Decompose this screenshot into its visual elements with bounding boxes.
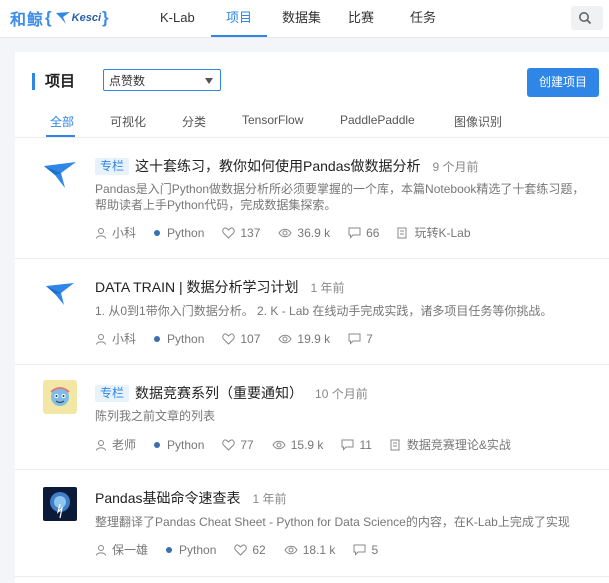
item-author[interactable]: 小科 xyxy=(112,330,136,347)
item-time: 9 个月前 xyxy=(432,159,479,174)
item-language: Python xyxy=(167,437,205,452)
eye-icon xyxy=(284,545,298,554)
user-icon xyxy=(96,439,106,451)
list-item[interactable]: 专栏 数据竞赛系列（重要通知） 10 个月前 陈列我之前文章的列表 老师 Pyt… xyxy=(15,365,609,470)
item-title[interactable]: 数据竞赛系列（重要通知） xyxy=(135,383,303,403)
storm-avatar-icon xyxy=(43,487,77,521)
eye-icon xyxy=(278,228,292,237)
list-item[interactable]: DATA TRAIN | 数据分析学习计划 1 年前 1. 从0到1带你入门数据… xyxy=(15,259,609,365)
comment-icon[interactable] xyxy=(348,227,361,239)
page-title: 项目 xyxy=(32,73,75,90)
item-time: 1 年前 xyxy=(310,280,345,295)
item-views: 15.9 k xyxy=(290,437,324,452)
item-language: Python xyxy=(179,542,217,557)
comment-icon[interactable] xyxy=(348,333,361,345)
heart-icon[interactable] xyxy=(222,226,236,239)
comment-icon[interactable] xyxy=(353,544,366,556)
language-dot xyxy=(166,546,173,553)
language-dot xyxy=(154,335,161,342)
item-likes: 77 xyxy=(240,437,254,452)
item-likes: 137 xyxy=(240,225,261,240)
language-dot xyxy=(154,229,161,236)
item-title[interactable]: DATA TRAIN | 数据分析学习计划 xyxy=(95,277,299,297)
item-comments: 66 xyxy=(366,225,380,240)
item-author[interactable]: 老师 xyxy=(112,436,136,453)
item-language: Python xyxy=(167,225,205,240)
comment-icon[interactable] xyxy=(341,439,354,451)
tab-image-recognition[interactable]: 图像识别 xyxy=(454,113,502,130)
item-dataset-link[interactable]: 数据竞赛理论&实战 xyxy=(407,436,511,453)
eye-icon xyxy=(272,440,286,449)
item-meta: 小科 Python 137 36.9 k 66 玩转K-Lab xyxy=(95,224,489,241)
nav-tasks[interactable]: 任务 xyxy=(410,0,436,36)
active-tab-indicator xyxy=(46,135,75,137)
eye-icon xyxy=(278,334,292,343)
list-item[interactable]: Pandas基础命令速查表 1 年前 整理翻译了Pandas Cheat She… xyxy=(15,470,609,577)
tab-tensorflow[interactable]: TensorFlow xyxy=(242,113,303,127)
category-tabs: 全部 可视化 分类 TensorFlow PaddlePaddle 图像识别 xyxy=(15,108,609,138)
item-title[interactable]: 这十套练习，教你如何使用Pandas做数据分析 xyxy=(135,156,420,176)
item-views: 18.1 k xyxy=(302,542,336,557)
user-icon xyxy=(96,227,106,239)
item-meta: 保一雄 Python 62 18.1 k 5 xyxy=(95,541,396,558)
cartoon-avatar-icon xyxy=(43,380,77,414)
item-description: Pandas是入门Python做数据分析所必须要掌握的一个库，本篇Noteboo… xyxy=(95,182,585,212)
tab-classification[interactable]: 分类 xyxy=(182,113,206,130)
list-item[interactable]: 专栏 这十套练习，教你如何使用Pandas做数据分析 9 个月前 Pandas是… xyxy=(15,138,609,259)
item-likes: 107 xyxy=(240,331,261,346)
item-views: 19.9 k xyxy=(297,331,331,346)
whale-avatar-icon xyxy=(46,283,74,305)
item-meta: 小科 Python 107 19.9 k 7 xyxy=(95,330,391,347)
user-icon xyxy=(96,544,106,556)
item-author[interactable]: 小科 xyxy=(112,224,136,241)
nav-klab[interactable]: K-Lab xyxy=(160,0,195,36)
item-meta: 老师 Python 77 15.9 k 11 数据竞赛理论&实战 xyxy=(95,436,529,453)
item-description: 陈列我之前文章的列表 xyxy=(95,409,216,423)
item-language: Python xyxy=(167,331,205,346)
item-comments: 7 xyxy=(366,331,373,346)
item-author[interactable]: 保一雄 xyxy=(112,541,148,558)
sort-select-value: 点赞数 xyxy=(109,74,146,88)
top-navbar: 和鲸 { Kesci } K-Lab 项目 数据集 比赛 任务 xyxy=(0,0,609,38)
brand-logo-cn: 和鲸 xyxy=(10,10,45,29)
heart-icon[interactable] xyxy=(222,332,236,345)
dataset-icon xyxy=(397,227,407,238)
create-project-button[interactable]: 创建项目 xyxy=(527,68,599,97)
item-title[interactable]: Pandas基础命令速查表 xyxy=(95,488,240,508)
item-comments: 11 xyxy=(359,437,372,452)
projects-panel: 项目 点赞数 创建项目 全部 可视化 分类 TensorFlow PaddleP… xyxy=(15,52,609,583)
nav-datasets[interactable]: 数据集 xyxy=(282,0,321,36)
tab-all[interactable]: 全部 xyxy=(50,113,74,130)
item-description: 整理翻译了Pandas Cheat Sheet - Python for Dat… xyxy=(95,515,570,529)
tab-paddlepaddle[interactable]: PaddlePaddle xyxy=(340,113,415,127)
item-views: 36.9 k xyxy=(297,225,331,240)
column-tag[interactable]: 专栏 xyxy=(95,384,130,402)
item-comments: 5 xyxy=(371,542,379,557)
search-icon xyxy=(579,12,592,25)
dataset-icon xyxy=(390,439,400,450)
user-icon xyxy=(96,333,106,345)
tab-visualization[interactable]: 可视化 xyxy=(110,113,146,130)
item-dataset-link[interactable]: 玩转K-Lab xyxy=(414,224,470,241)
chevron-down-icon xyxy=(205,78,213,84)
language-dot xyxy=(154,441,161,448)
whale-icon xyxy=(55,12,70,24)
brand-logo[interactable]: 和鲸 { Kesci } xyxy=(10,7,110,29)
whale-avatar-icon xyxy=(44,162,76,188)
nav-competitions[interactable]: 比赛 xyxy=(348,0,374,36)
item-likes: 62 xyxy=(252,542,266,557)
nav-projects[interactable]: 项目 xyxy=(211,0,268,37)
sort-select[interactable]: 点赞数 xyxy=(103,69,221,91)
heart-icon[interactable] xyxy=(234,543,248,556)
item-description: 1. 从0到1带你入门数据分析。 2. K - Lab 在线动手完成实践，诸多项… xyxy=(95,304,553,318)
item-time: 10 个月前 xyxy=(315,386,368,401)
column-tag[interactable]: 专栏 xyxy=(95,157,130,175)
search-button[interactable] xyxy=(571,6,603,30)
brand-logo-en: Kesci xyxy=(71,12,101,24)
item-time: 1 年前 xyxy=(252,491,287,506)
heart-icon[interactable] xyxy=(222,438,236,451)
